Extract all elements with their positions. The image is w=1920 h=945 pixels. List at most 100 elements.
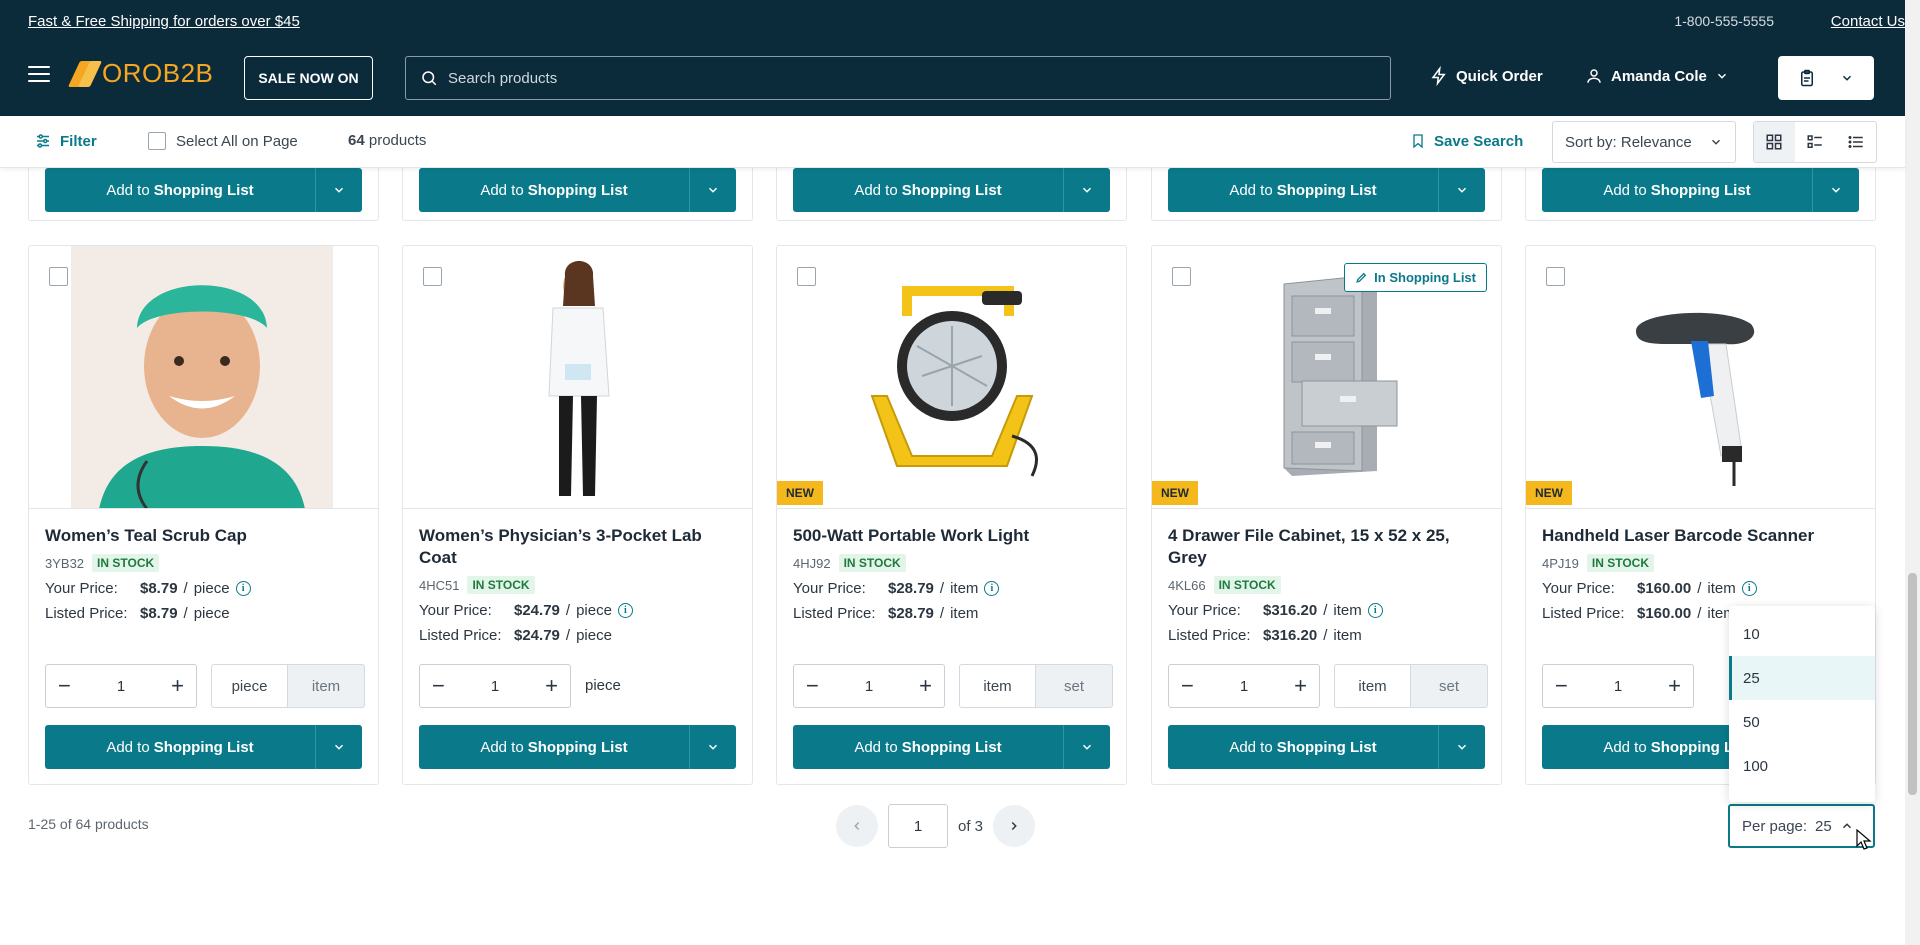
- chevron-right-icon: [1011, 821, 1017, 831]
- product-title[interactable]: Handheld Laser Barcode Scanner: [1542, 525, 1860, 547]
- product-title[interactable]: Women’s Teal Scrub Cap: [45, 525, 363, 547]
- unit-option-item[interactable]: item: [959, 664, 1036, 708]
- sort-select[interactable]: Sort by: Relevance: [1552, 121, 1736, 163]
- quantity-stepper[interactable]: − 1 +: [793, 664, 945, 708]
- new-badge: NEW: [1526, 481, 1572, 505]
- product-title[interactable]: 4 Drawer File Cabinet, 15 x 52 x 25, Gre…: [1168, 525, 1486, 569]
- add-to-shopping-list-button[interactable]: Add to Shopping List: [45, 725, 362, 769]
- product-select-checkbox[interactable]: [1546, 267, 1565, 286]
- unit-option-item[interactable]: item: [1334, 664, 1411, 708]
- grid-view-button[interactable]: [1754, 122, 1795, 162]
- unit-option-set[interactable]: set: [1036, 664, 1113, 708]
- bookmark-icon: [1413, 134, 1423, 149]
- scrollbar-thumb[interactable]: [1908, 573, 1917, 795]
- unit-option-item[interactable]: item: [288, 664, 365, 708]
- unit-option-piece[interactable]: piece: [211, 664, 288, 708]
- chevron-down-icon[interactable]: [316, 168, 362, 212]
- phone-number[interactable]: 1-800-555-5555: [1674, 13, 1774, 29]
- menu-icon[interactable]: [28, 66, 50, 82]
- chevron-down-icon[interactable]: [316, 725, 362, 769]
- checkbox[interactable]: [148, 132, 166, 150]
- next-page-button[interactable]: [993, 805, 1036, 847]
- quantity-stepper[interactable]: − 1 +: [45, 664, 197, 708]
- compact-view-button[interactable]: [1835, 122, 1876, 162]
- list-view-button[interactable]: [1795, 122, 1836, 162]
- quantity-value[interactable]: 1: [117, 678, 125, 695]
- search-input[interactable]: [448, 69, 1348, 87]
- chevron-down-icon[interactable]: [690, 725, 736, 769]
- per-page-option-100[interactable]: 100: [1729, 744, 1875, 788]
- previous-page-button[interactable]: [836, 805, 878, 847]
- plus-icon[interactable]: +: [545, 675, 558, 697]
- chevron-down-icon[interactable]: [1064, 725, 1110, 769]
- info-icon[interactable]: i: [235, 581, 251, 596]
- unit-option-set[interactable]: set: [1411, 664, 1488, 708]
- add-to-shopping-list-button[interactable]: Add to Shopping List: [419, 168, 736, 212]
- product-image[interactable]: [403, 246, 752, 509]
- contact-us-link[interactable]: Contact Us: [1831, 13, 1905, 30]
- add-to-shopping-list-button[interactable]: Add to Shopping List: [45, 168, 362, 212]
- product-select-checkbox[interactable]: [797, 267, 816, 286]
- info-icon[interactable]: i: [984, 581, 1000, 596]
- shopping-list-button[interactable]: 3: [1778, 56, 1874, 100]
- plus-icon[interactable]: +: [1294, 675, 1307, 697]
- minus-icon[interactable]: −: [432, 675, 445, 697]
- quantity-value[interactable]: 1: [865, 678, 873, 695]
- product-title[interactable]: Women’s Physician’s 3-Pocket Lab Coat: [419, 525, 737, 569]
- plus-icon[interactable]: +: [1668, 675, 1681, 697]
- product-count: 64 products: [348, 132, 426, 149]
- info-icon[interactable]: i: [1741, 581, 1757, 596]
- add-to-shopping-list-button[interactable]: Add to Shopping List: [793, 168, 1110, 212]
- stock-status-badge: IN STOCK: [92, 554, 160, 572]
- listed-price: Listed Price: $24.79/piece: [419, 627, 612, 644]
- quick-order-link[interactable]: Quick Order: [1430, 66, 1543, 86]
- minus-icon[interactable]: −: [806, 675, 819, 697]
- chevron-down-icon[interactable]: [690, 168, 736, 212]
- quantity-stepper[interactable]: − 1 +: [1542, 664, 1694, 708]
- product-select-checkbox[interactable]: [423, 267, 442, 286]
- minus-icon[interactable]: −: [1555, 675, 1568, 697]
- quantity-stepper[interactable]: − 1 +: [419, 664, 571, 708]
- quantity-stepper[interactable]: − 1 +: [1168, 664, 1320, 708]
- info-icon[interactable]: i: [1367, 603, 1383, 618]
- filter-button[interactable]: Filter: [34, 132, 97, 150]
- plus-icon[interactable]: +: [171, 675, 184, 697]
- chevron-down-icon[interactable]: [1439, 168, 1485, 212]
- add-to-shopping-list-button[interactable]: Add to Shopping List: [1168, 168, 1485, 212]
- chevron-down-icon[interactable]: [1064, 168, 1110, 212]
- per-page-select[interactable]: Per page: 25: [1728, 804, 1875, 848]
- per-page-option-25[interactable]: 25: [1729, 656, 1875, 700]
- product-select-checkbox[interactable]: [1172, 267, 1191, 286]
- user-menu[interactable]: Amanda Cole: [1585, 66, 1729, 86]
- product-select-checkbox[interactable]: [49, 267, 68, 286]
- quantity-value[interactable]: 1: [491, 678, 499, 695]
- product-image[interactable]: [777, 246, 1126, 509]
- plus-icon[interactable]: +: [919, 675, 932, 697]
- add-to-shopping-list-button[interactable]: Add to Shopping List: [419, 725, 736, 769]
- minus-icon[interactable]: −: [58, 675, 71, 697]
- product-title[interactable]: 500-Watt Portable Work Light: [793, 525, 1111, 547]
- save-search-button[interactable]: Save Search: [1410, 132, 1523, 150]
- info-icon[interactable]: i: [617, 603, 633, 618]
- select-all-checkbox[interactable]: Select All on Page: [148, 132, 298, 150]
- product-image[interactable]: [29, 246, 378, 509]
- sale-now-on-button[interactable]: SALE NOW ON: [244, 56, 373, 100]
- add-to-shopping-list-button[interactable]: Add to Shopping List: [793, 725, 1110, 769]
- product-image[interactable]: [1526, 246, 1875, 509]
- per-page-option-50[interactable]: 50: [1729, 700, 1875, 744]
- add-to-shopping-list-button[interactable]: Add to Shopping List: [1168, 725, 1485, 769]
- quantity-value[interactable]: 1: [1240, 678, 1248, 695]
- page-scrollbar[interactable]: [1905, 0, 1920, 945]
- page-number-input[interactable]: [888, 804, 948, 848]
- per-page-option-10[interactable]: 10: [1729, 612, 1875, 656]
- in-shopping-list-badge[interactable]: In Shopping List: [1344, 263, 1487, 292]
- new-badge: NEW: [777, 481, 823, 505]
- minus-icon[interactable]: −: [1181, 675, 1194, 697]
- quantity-value[interactable]: 1: [1614, 678, 1622, 695]
- add-to-shopping-list-button[interactable]: Add to Shopping List: [1542, 168, 1859, 212]
- logo[interactable]: OROB2B: [67, 58, 213, 89]
- stock-status-badge: IN STOCK: [1213, 576, 1281, 594]
- chevron-down-icon[interactable]: [1439, 725, 1485, 769]
- chevron-down-icon[interactable]: [1813, 168, 1859, 212]
- promo-link[interactable]: Fast & Free Shipping for orders over $45: [28, 13, 300, 30]
